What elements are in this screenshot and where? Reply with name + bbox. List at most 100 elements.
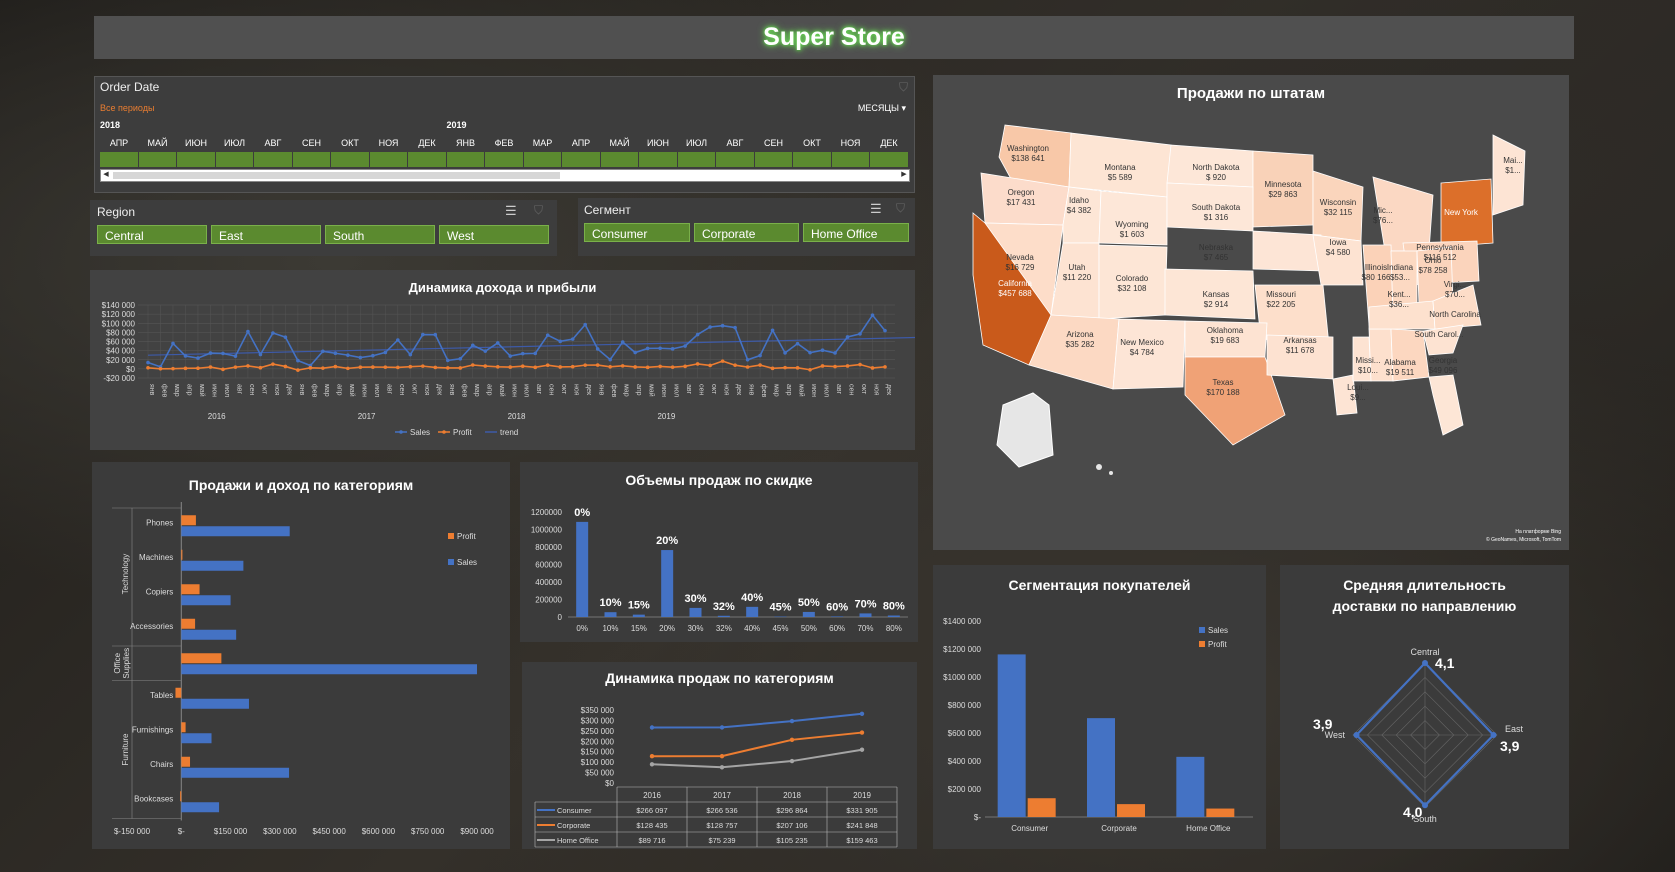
scroll-track-gray (113, 172, 560, 179)
state-shape (1252, 230, 1324, 272)
x-month-label: фев (310, 384, 317, 398)
x-tick-label: 20% (659, 624, 675, 633)
legend-swatch (448, 559, 454, 565)
timeline-slicer[interactable]: Order Date ⛉ Все периоды МЕСЯЦЫ ▾ ◀ ▶ 20… (94, 76, 915, 193)
clear-filter-icon[interactable]: ⛉ (899, 80, 908, 95)
category-dynamics-chart: Динамика продаж по категориям $350 000 $3… (522, 662, 917, 849)
timeline-month-cell[interactable] (831, 152, 870, 167)
timeline-month-cell[interactable] (677, 152, 716, 167)
timeline-month-cell[interactable] (870, 152, 909, 167)
sales-point (595, 347, 600, 351)
profit-point (595, 363, 600, 367)
clear-filter-icon[interactable]: ⛉ (534, 203, 543, 218)
x-tick-label: $900 000 (460, 827, 494, 836)
x-month-label: июл (223, 384, 230, 397)
x-year-label: 2019 (657, 412, 675, 421)
sales-point (346, 353, 350, 357)
profit-point (820, 364, 825, 368)
timeline-month-cell[interactable] (138, 152, 177, 167)
timeline-month-cell[interactable] (408, 152, 447, 167)
region-west-button[interactable]: West (439, 225, 549, 244)
profit-point (720, 359, 725, 363)
profit-point (371, 365, 375, 369)
timeline-month-label: НОЯ (840, 138, 861, 148)
timeline-month-cell[interactable] (485, 152, 524, 167)
multi-select-icon[interactable]: ☰ (505, 203, 517, 219)
discount-bar (746, 606, 759, 617)
radar-point (1353, 732, 1360, 738)
profit-bar (1117, 804, 1145, 817)
sales-point (371, 353, 375, 358)
timeline-month-cell[interactable] (562, 152, 601, 167)
region-central-button[interactable]: Central (97, 225, 207, 244)
sales-point (208, 351, 213, 355)
timeline-all-periods[interactable]: Все периоды (100, 103, 154, 113)
multi-select-icon[interactable]: ☰ (870, 201, 882, 217)
discount-bar (831, 616, 844, 617)
timeline-month-cell[interactable] (254, 152, 293, 167)
timeline-month-cell[interactable] (100, 152, 139, 167)
timeline-month-cell[interactable] (716, 152, 755, 167)
x-tick-label: $750 000 (411, 827, 445, 836)
discount-bar-chart-svg: 1200000 1000000 800000 600000 400000 200000 0 0… (531, 507, 908, 633)
timeline-month-cell[interactable] (600, 152, 639, 167)
region-east-button[interactable]: East (211, 225, 321, 244)
timeline-month-cell[interactable] (215, 152, 254, 167)
state-name-label: North Carolina (1429, 310, 1481, 319)
timeline-month-cell[interactable] (639, 152, 678, 167)
radar-point (1422, 802, 1428, 809)
timeline-month-cell[interactable] (754, 152, 793, 167)
state-name-label: South Dakota (1192, 203, 1241, 212)
x-month-label: июл (373, 384, 380, 397)
scroll-right-icon[interactable]: ▶ (899, 170, 909, 181)
profit-point (545, 363, 550, 368)
state-name-label: South Carol... (1415, 330, 1464, 339)
segment-home-office-button[interactable]: Home Office (803, 223, 909, 242)
table-cell: $331 905 (846, 806, 877, 815)
segment-corporate-button[interactable]: Corporate (694, 223, 799, 242)
x-tick-label: Corporate (1101, 824, 1137, 833)
timeline-month-cell[interactable] (177, 152, 216, 167)
legend-label: Sales (1208, 626, 1228, 635)
x-month-label: мар (773, 384, 780, 397)
legend-label: Profit (1208, 640, 1227, 649)
profit-point (795, 366, 800, 370)
sales-point (520, 351, 525, 356)
profit-bar (1027, 798, 1056, 817)
data-label: 30% (684, 593, 706, 605)
sales-point (695, 332, 700, 337)
state-value-label: $1... (1505, 166, 1521, 175)
timeline-month-label: МАР (532, 138, 553, 148)
sales-point (183, 354, 188, 358)
profit-point (808, 367, 812, 372)
region-south-button[interactable]: South (325, 225, 435, 244)
timeline-month-cell[interactable] (292, 152, 331, 167)
timeline-month-cell[interactable] (369, 152, 408, 167)
sales-point (495, 341, 500, 345)
segment-consumer-button[interactable]: Consumer (584, 223, 690, 242)
profit-point (558, 365, 563, 369)
scroll-left-icon[interactable]: ◀ (101, 170, 111, 181)
legend-marker (442, 430, 446, 434)
sales-bar (1087, 718, 1115, 817)
timeline-month-cell[interactable] (331, 152, 370, 167)
clear-filter-icon[interactable]: ⛉ (896, 201, 905, 216)
sales-bar (1176, 756, 1205, 817)
profit-point (458, 366, 463, 370)
y-tick-label: 1200000 (531, 508, 563, 517)
timeline-month-cell[interactable] (793, 152, 832, 167)
state-value-label: $138 641 (1011, 154, 1045, 163)
timeline-scrollbar[interactable]: ◀ ▶ (100, 169, 910, 182)
x-month-label: окт (560, 384, 567, 395)
timeline-month-label: АПР (109, 138, 129, 148)
timeline-month-cell[interactable] (523, 152, 562, 167)
x-month-label: май (798, 384, 806, 397)
sales-point (720, 323, 725, 328)
state-name-label: North Dakota (1192, 163, 1240, 172)
state-name-label: Wyoming (1115, 220, 1148, 229)
region-slicer-title: Region (97, 205, 136, 219)
legend-swatch (1199, 627, 1205, 633)
timeline-month-cell[interactable] (446, 152, 485, 167)
timeline-level-dropdown[interactable]: МЕСЯЦЫ ▾ (858, 103, 906, 114)
y-tick-label: $20 000 (106, 356, 135, 365)
